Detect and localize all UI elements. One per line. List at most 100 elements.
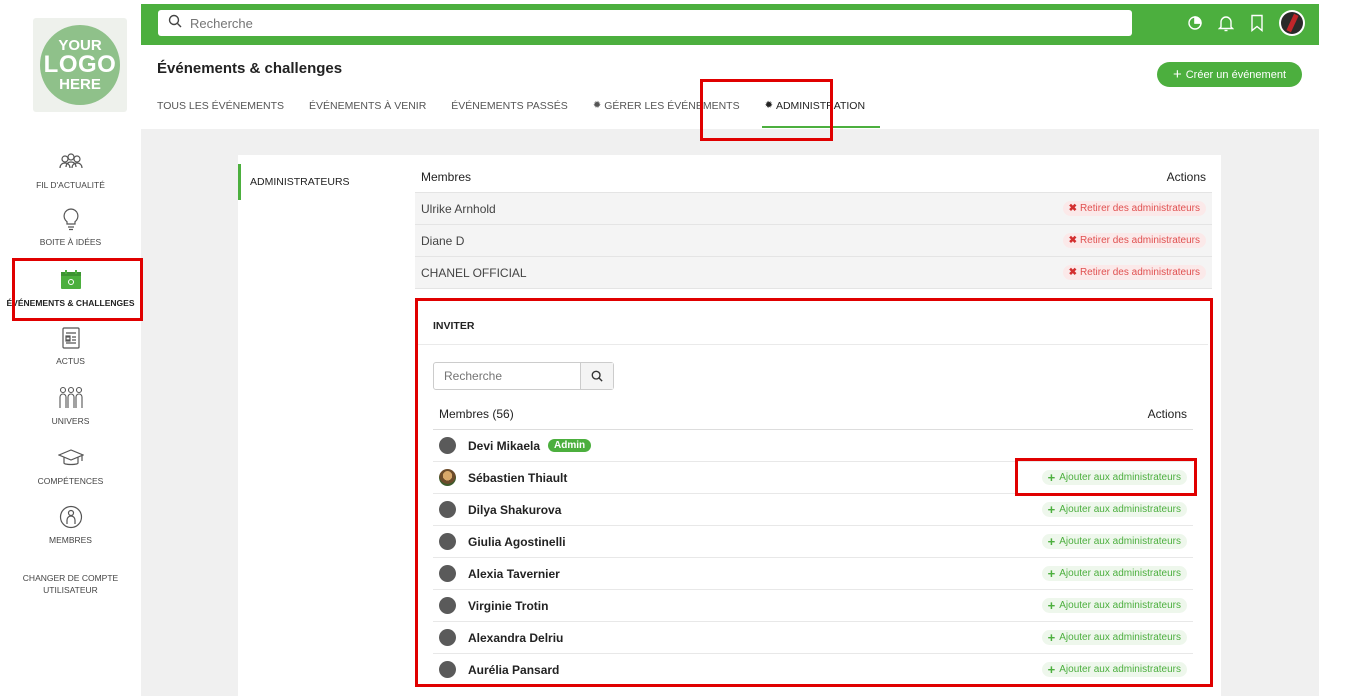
avatar bbox=[439, 501, 456, 518]
sidebar-item-label: ACTUS bbox=[56, 356, 85, 366]
close-icon: ✖ bbox=[1068, 235, 1077, 246]
member-name[interactable]: Virginie Trotin bbox=[468, 599, 548, 613]
create-event-button[interactable]: + Créer un événement bbox=[1156, 62, 1302, 87]
plus-icon: + bbox=[1047, 661, 1056, 677]
tab-label: ÉVÉNEMENTS À VENIR bbox=[309, 100, 427, 112]
member-name[interactable]: Alexandra Delriu bbox=[468, 631, 563, 645]
table-header: Membres Actions bbox=[415, 161, 1212, 193]
bell-icon[interactable] bbox=[1217, 14, 1235, 32]
company-logo[interactable]: YOUR LOGO HERE bbox=[33, 18, 127, 112]
global-search[interactable] bbox=[158, 10, 1132, 36]
create-event-label: Créer un événement bbox=[1185, 68, 1286, 81]
sidebar-item-universe[interactable]: UNIVERS bbox=[0, 386, 141, 427]
member-name[interactable]: Devi Mikaela bbox=[468, 439, 540, 453]
tab-label: ÉVÉNEMENTS PASSÉS bbox=[451, 100, 568, 112]
gear-icon: ✹ bbox=[592, 100, 602, 111]
close-icon: ✖ bbox=[1068, 267, 1077, 278]
page-title: Événements & challenges bbox=[157, 60, 343, 77]
avatar bbox=[439, 565, 456, 582]
sidebar-item-label: FIL D'ACTUALITÉ bbox=[36, 180, 105, 190]
button-label: Ajouter aux administrateurs bbox=[1059, 600, 1181, 611]
community-icon bbox=[57, 386, 85, 410]
tab-label: ADMINISTRATION bbox=[775, 100, 866, 112]
newspaper-icon bbox=[61, 326, 81, 350]
sidebar-item-label: BOITE À IDÉES bbox=[39, 237, 102, 247]
table-row: CHANEL OFFICIAL ✖ Retirer des administrat… bbox=[415, 257, 1212, 289]
remove-admin-button[interactable]: ✖ Retirer des administrateurs bbox=[1062, 265, 1206, 280]
pie-chart-icon[interactable] bbox=[1186, 14, 1204, 32]
avatar bbox=[439, 469, 456, 486]
invite-search-button[interactable] bbox=[580, 363, 613, 389]
search-icon bbox=[168, 14, 182, 33]
close-icon: ✖ bbox=[1068, 203, 1077, 214]
button-label: Ajouter aux administrateurs bbox=[1059, 664, 1181, 675]
tabs: TOUS LES ÉVÉNEMENTS ÉVÉNEMENTS À VENIR É… bbox=[157, 100, 890, 128]
member-name[interactable]: Aurélia Pansard bbox=[468, 663, 559, 677]
people-group-icon bbox=[58, 150, 84, 174]
sidebar-item-news[interactable]: ACTUS bbox=[0, 326, 141, 367]
avatar bbox=[439, 629, 456, 646]
add-admin-button[interactable]: + Ajouter aux administrateurs bbox=[1041, 661, 1187, 677]
sidebar-item-label: ÉVÉNEMENTS & CHALLENGES bbox=[6, 298, 135, 308]
global-search-input[interactable] bbox=[190, 15, 1090, 31]
bookmark-icon[interactable] bbox=[1248, 14, 1266, 32]
button-label: Retirer des administrateurs bbox=[1079, 267, 1200, 278]
members-table-header: Membres (56) Actions bbox=[433, 398, 1193, 430]
add-admin-button[interactable]: + Ajouter aux administrateurs bbox=[1041, 502, 1187, 517]
invite-search bbox=[433, 362, 614, 390]
tab-past-events[interactable]: ÉVÉNEMENTS PASSÉS bbox=[451, 100, 568, 128]
sidebar-item-idea-box[interactable]: BOITE À IDÉES bbox=[0, 207, 141, 248]
sidebar-item-label: UNIVERS bbox=[51, 416, 90, 426]
plus-icon: + bbox=[1047, 469, 1056, 485]
plus-icon: + bbox=[1172, 65, 1182, 83]
column-header-actions: Actions bbox=[1166, 169, 1206, 184]
sidebar-item-switch-account[interactable]: CHANGER DE COMPTE UTILISATEUR bbox=[0, 567, 141, 596]
sidebar-item-label: COMPÉTENCES bbox=[37, 476, 104, 486]
plus-icon: + bbox=[1047, 565, 1056, 581]
add-admin-button[interactable]: + Ajouter aux administrateurs bbox=[1041, 629, 1187, 645]
invite-search-input[interactable] bbox=[434, 363, 580, 389]
column-header-members: Membres (56) bbox=[439, 406, 514, 421]
member-name[interactable]: Giulia Agostinelli bbox=[468, 535, 566, 549]
member-name[interactable]: Dilya Shakurova bbox=[468, 503, 561, 517]
member-name[interactable]: Sébastien Thiault bbox=[468, 471, 567, 485]
plus-icon: + bbox=[1047, 629, 1056, 645]
member-name[interactable]: Alexia Tavernier bbox=[468, 567, 560, 581]
graduation-cap-icon bbox=[57, 446, 84, 470]
avatar bbox=[439, 597, 456, 614]
list-item: Dilya Shakurova + Ajouter aux administrat… bbox=[433, 494, 1193, 526]
invite-title: INVITER bbox=[433, 320, 475, 332]
remove-admin-button[interactable]: ✖ Retirer des administrateurs bbox=[1062, 233, 1206, 248]
add-admin-button[interactable]: + Ajouter aux administrateurs bbox=[1041, 469, 1187, 485]
sidebar-item-members[interactable]: MEMBRES bbox=[0, 505, 141, 546]
invite-section: INVITER Membres (56) Actions Devi Mikael… bbox=[418, 302, 1208, 686]
panel-nav-label: ADMINISTRATEURS bbox=[250, 176, 350, 188]
tab-upcoming-events[interactable]: ÉVÉNEMENTS À VENIR bbox=[309, 100, 426, 128]
sidebar-item-label: CHANGER DE COMPTE UTILISATEUR bbox=[22, 573, 119, 595]
tab-manage-events[interactable]: ✹ GÉRER LES ÉVÉNEMENTS bbox=[593, 100, 740, 128]
tab-administration[interactable]: ✹ ADMINISTRATION bbox=[761, 100, 881, 128]
divider bbox=[418, 344, 1208, 345]
button-label: Ajouter aux administrateurs bbox=[1059, 472, 1181, 483]
remove-admin-button[interactable]: ✖ Retirer des administrateurs bbox=[1062, 201, 1206, 216]
user-avatar-icon[interactable] bbox=[1279, 10, 1305, 36]
button-label: Retirer des administrateurs bbox=[1079, 235, 1200, 246]
panel-nav-administrators[interactable]: ADMINISTRATEURS bbox=[238, 164, 388, 200]
add-admin-button[interactable]: + Ajouter aux administrateurs bbox=[1041, 598, 1187, 613]
add-admin-button[interactable]: + Ajouter aux administrateurs bbox=[1041, 534, 1187, 549]
table-row: Ulrike Arnhold ✖ Retirer des administrate… bbox=[415, 193, 1212, 225]
tab-all-events[interactable]: TOUS LES ÉVÉNEMENTS bbox=[157, 100, 284, 128]
list-item: Alexia Tavernier + Ajouter aux administra… bbox=[433, 558, 1193, 590]
logo-mark: YOUR LOGO HERE bbox=[40, 25, 120, 105]
member-icon bbox=[59, 505, 83, 529]
sidebar-item-events[interactable]: ÉVÉNEMENTS & CHALLENGES bbox=[0, 268, 141, 309]
administrators-table: Membres Actions Ulrike Arnhold ✖ Retirer … bbox=[415, 161, 1212, 289]
top-icons bbox=[1186, 10, 1305, 36]
button-label: Ajouter aux administrateurs bbox=[1059, 536, 1181, 547]
sidebar-item-skills[interactable]: COMPÉTENCES bbox=[0, 446, 141, 487]
sidebar-item-news-feed[interactable]: FIL D'ACTUALITÉ bbox=[0, 150, 141, 191]
tab-label: TOUS LES ÉVÉNEMENTS bbox=[157, 100, 285, 112]
lightbulb-icon bbox=[61, 207, 81, 231]
add-admin-button[interactable]: + Ajouter aux administrateurs bbox=[1041, 565, 1187, 581]
column-header-actions: Actions bbox=[1147, 406, 1187, 421]
